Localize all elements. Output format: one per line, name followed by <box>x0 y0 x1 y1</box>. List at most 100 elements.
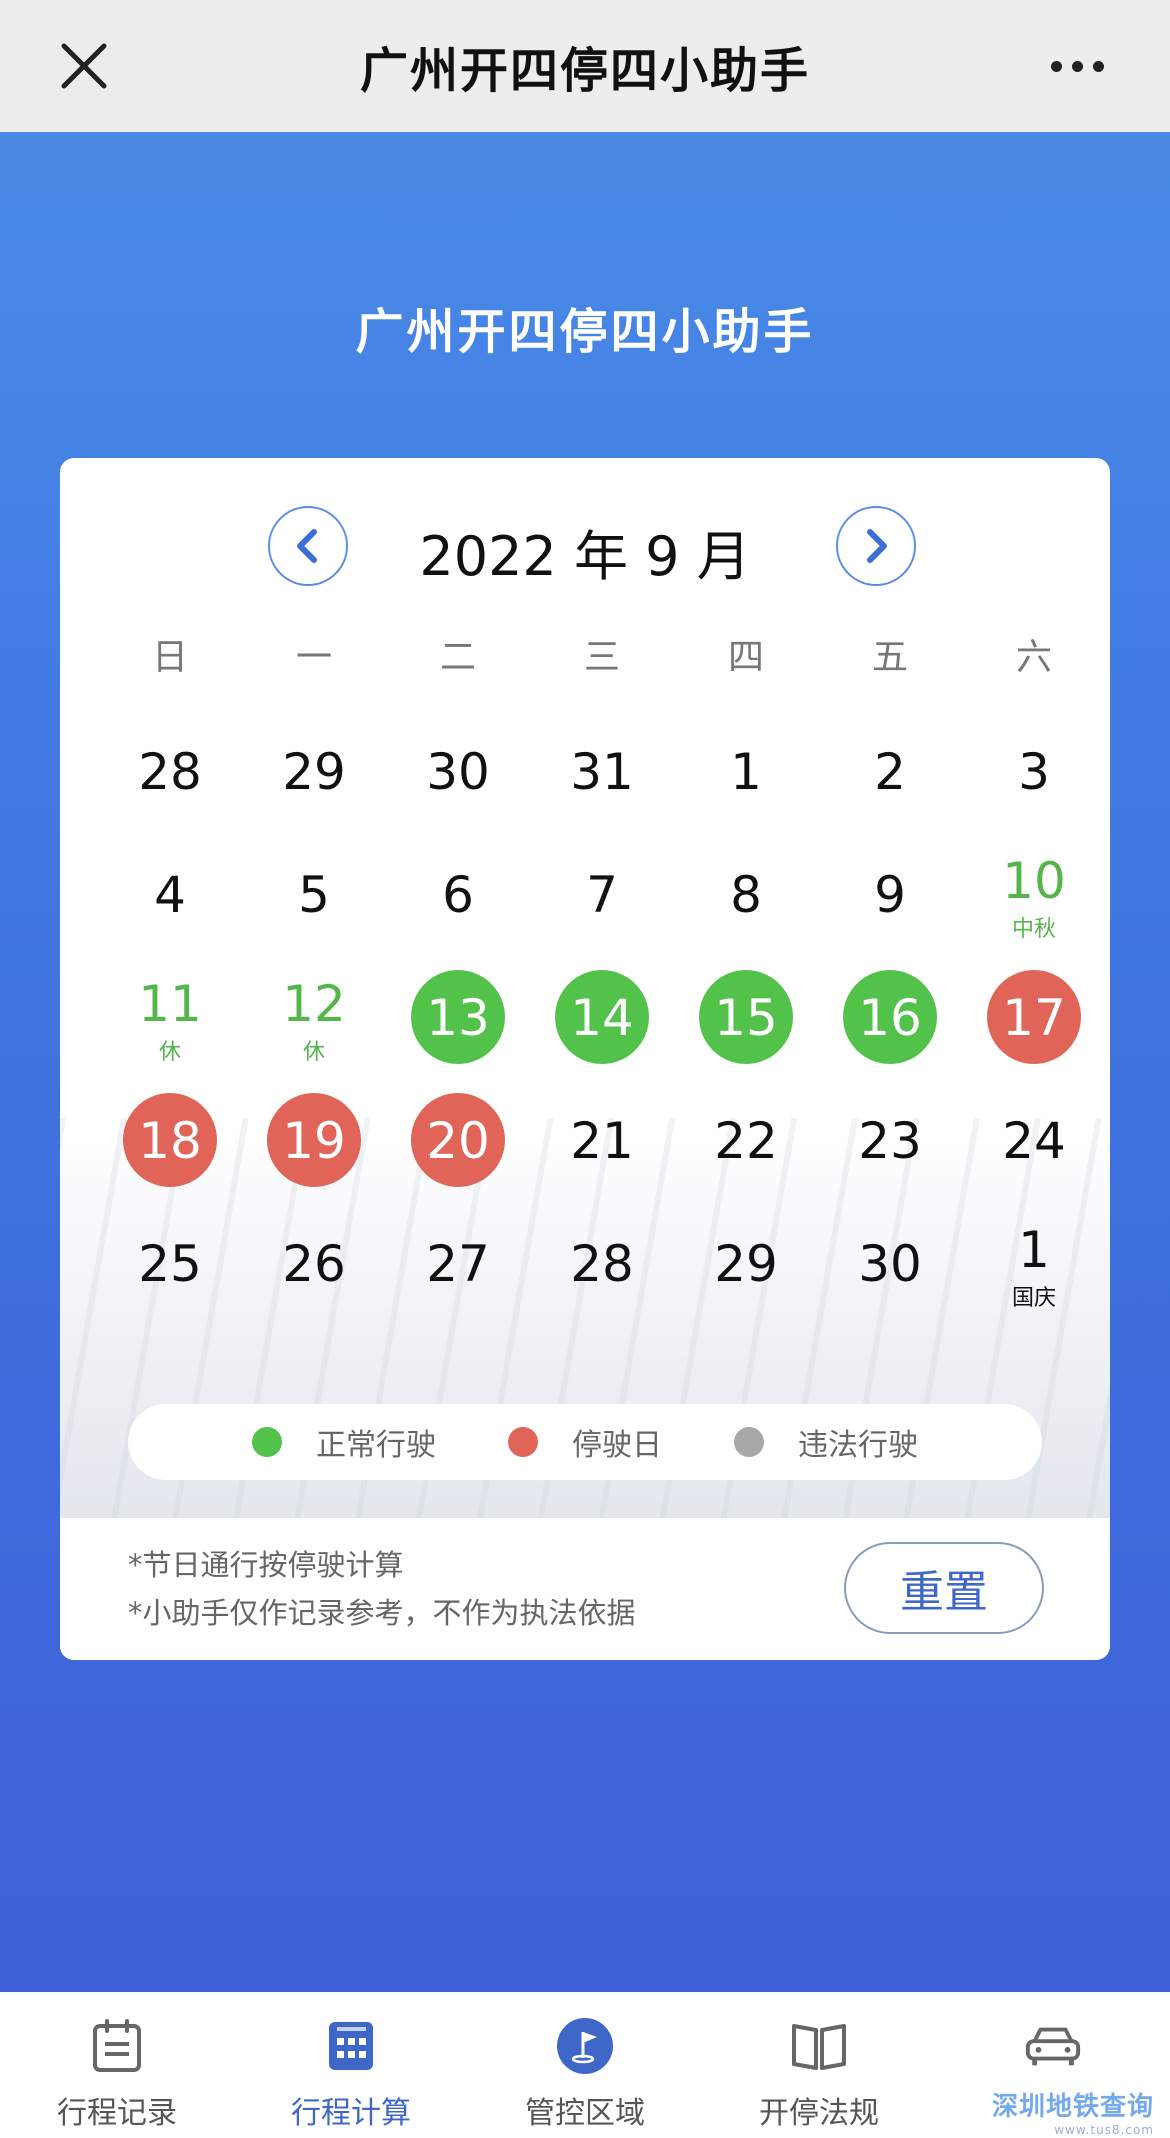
calendar-day[interactable]: 23 <box>818 1085 962 1208</box>
green-dot-icon <box>252 1427 282 1457</box>
calendar-day[interactable]: 17 <box>962 962 1106 1085</box>
tab-trip-record[interactable]: 行程记录 <box>0 1992 234 2138</box>
calendar-day[interactable]: 1 <box>674 716 818 839</box>
legend-item-stop: 停驶日 <box>508 1420 662 1464</box>
legend-label: 正常行驶 <box>316 1428 436 1463</box>
calendar-day[interactable]: 27 <box>386 1208 530 1331</box>
day-number: 9 <box>874 866 906 924</box>
more-options-button[interactable] <box>1032 34 1122 98</box>
calendar-day[interactable]: 28 <box>98 716 242 839</box>
tab-label: 行程计算 <box>291 2096 411 2131</box>
day-number: 18 <box>138 1112 202 1170</box>
reset-button[interactable]: 重置 <box>844 1542 1044 1634</box>
watermark-text: 深圳地铁查询 <box>991 2092 1154 2122</box>
tab-control-area[interactable]: 管控区域 <box>468 1992 702 2138</box>
calendar-day[interactable]: 31 <box>530 716 674 839</box>
weekday-label: 二 <box>439 637 476 678</box>
day-number: 14 <box>570 989 634 1047</box>
tab-trip-calc[interactable]: 行程计算 <box>234 1992 468 2138</box>
tab-label: 管控区域 <box>525 2096 645 2131</box>
day-number: 20 <box>426 1112 490 1170</box>
day-number: 25 <box>138 1235 202 1293</box>
watermark: 深圳地铁查询 www.tus8.com <box>992 2086 1154 2137</box>
weekday-label: 六 <box>1015 637 1052 678</box>
day-number: 24 <box>1002 1112 1066 1170</box>
day-note: 休 <box>302 1040 325 1065</box>
window-title: 广州开四停四小助手 <box>359 43 810 99</box>
day-number: 30 <box>426 743 490 801</box>
day-number: 23 <box>858 1112 922 1170</box>
calendar-day[interactable]: 14 <box>530 962 674 1085</box>
tab-label: 行程记录 <box>57 2096 177 2131</box>
weekday-label: 四 <box>727 637 764 678</box>
calendar-day[interactable]: 19 <box>242 1085 386 1208</box>
day-number: 29 <box>282 743 346 801</box>
calendar-day[interactable]: 24 <box>962 1085 1106 1208</box>
calculator-icon <box>321 2016 381 2076</box>
card-footer: *节日通行按停驶计算 *小助手仅作记录参考，不作为执法依据 重置 <box>60 1520 1110 1660</box>
calendar-day[interactable]: 30 <box>386 716 530 839</box>
calendar-day[interactable]: 11 休 <box>98 962 242 1085</box>
day-number: 13 <box>426 989 490 1047</box>
calendar-day[interactable]: 30 <box>818 1208 962 1331</box>
day-number: 15 <box>714 989 778 1047</box>
legend-item-violation: 违法行驶 <box>734 1420 918 1464</box>
day-number: 28 <box>570 1235 634 1293</box>
calendar-day[interactable]: 6 <box>386 839 530 962</box>
gray-dot-icon <box>734 1427 764 1457</box>
day-number: 16 <box>858 989 922 1047</box>
day-number: 30 <box>858 1235 922 1293</box>
calendar-day[interactable]: 29 <box>674 1208 818 1331</box>
month-navigation: 2022 年 9 月 <box>60 506 1110 590</box>
day-number: 27 <box>426 1235 490 1293</box>
day-number: 29 <box>714 1235 778 1293</box>
book-icon <box>789 2016 849 2076</box>
calendar-day[interactable]: 13 <box>386 962 530 1085</box>
next-month-button[interactable] <box>836 506 916 586</box>
more-dots-icon <box>1050 60 1062 72</box>
day-number: 26 <box>282 1235 346 1293</box>
calendar-day-grid: 28 29 30 31 1 2 3 4 5 6 7 8 9 10 中秋 11 休 12 休 13 14 15 16 17 18 1… <box>98 716 1106 1331</box>
calendar-day[interactable]: 2 <box>818 716 962 839</box>
day-number: 4 <box>154 866 186 924</box>
calendar-day[interactable]: 8 <box>674 839 818 962</box>
day-number: 5 <box>298 866 330 924</box>
calendar-day[interactable]: 12 休 <box>242 962 386 1085</box>
month-label: 2022 年 9 月 <box>419 525 751 588</box>
day-number: 21 <box>570 1112 634 1170</box>
calendar-day[interactable]: 7 <box>530 839 674 962</box>
tab-regulations[interactable]: 开停法规 <box>702 1992 936 2138</box>
weekday-label: 日 <box>151 637 188 678</box>
holiday-note: *节日通行按停驶计算 <box>128 1548 404 1582</box>
close-button[interactable] <box>48 34 120 98</box>
calendar-day[interactable]: 20 <box>386 1085 530 1208</box>
calendar-day[interactable]: 21 <box>530 1085 674 1208</box>
calendar-day[interactable]: 16 <box>818 962 962 1085</box>
calendar-day[interactable]: 26 <box>242 1208 386 1331</box>
status-legend: 正常行驶 停驶日 违法行驶 <box>128 1404 1042 1480</box>
calendar-card: 2022 年 9 月 日 一 二 三 四 五 六 28 29 30 31 1 2 3 4 5 6 7… <box>60 458 1110 1660</box>
calendar-day[interactable]: 10 中秋 <box>962 839 1106 962</box>
calendar-day[interactable]: 25 <box>98 1208 242 1331</box>
calendar-day[interactable]: 28 <box>530 1208 674 1331</box>
calendar-day[interactable]: 5 <box>242 839 386 962</box>
calendar-day[interactable]: 15 <box>674 962 818 1085</box>
day-number: 19 <box>282 1112 346 1170</box>
calendar-day[interactable]: 1 国庆 <box>962 1208 1106 1331</box>
calendar-day[interactable]: 18 <box>98 1085 242 1208</box>
map-flag-icon <box>555 2016 615 2076</box>
day-number: 8 <box>730 866 762 924</box>
prev-month-button[interactable] <box>268 506 348 586</box>
top-bar: 广州开四停四小助手 <box>0 0 1170 132</box>
day-note: 国庆 <box>1011 1286 1056 1311</box>
weekday-label: 三 <box>583 637 620 678</box>
day-number: 2 <box>874 743 906 801</box>
calendar-day[interactable]: 22 <box>674 1085 818 1208</box>
calendar-day[interactable]: 4 <box>98 839 242 962</box>
red-dot-icon <box>508 1427 538 1457</box>
calendar-day[interactable]: 9 <box>818 839 962 962</box>
legend-item-normal: 正常行驶 <box>252 1420 436 1464</box>
close-icon <box>61 43 107 89</box>
calendar-day[interactable]: 3 <box>962 716 1106 839</box>
calendar-day[interactable]: 29 <box>242 716 386 839</box>
